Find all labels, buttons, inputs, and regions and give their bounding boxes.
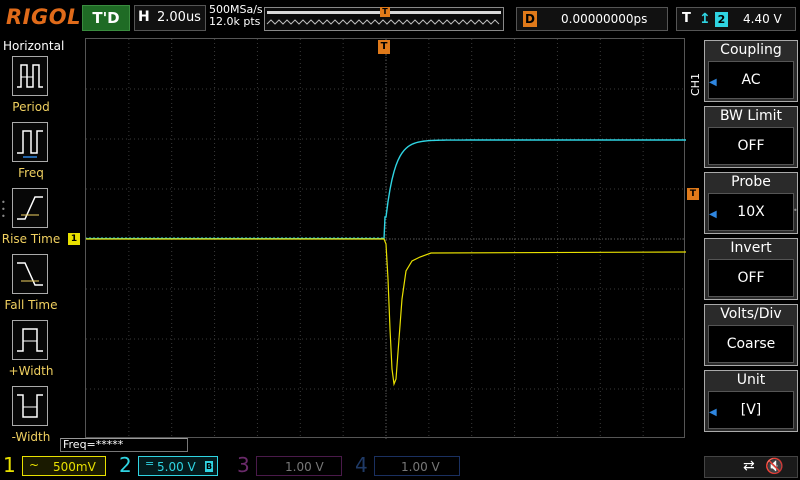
rise-time-icon xyxy=(12,188,48,228)
trigger-display[interactable]: T ↥ 2 4.40 V xyxy=(676,7,796,31)
measure-rise-time-button[interactable]: Rise Time xyxy=(0,188,62,252)
timebase-value: 2.00us xyxy=(157,10,201,25)
channel-menu-tab: CH1 xyxy=(688,64,702,104)
measure-period-button[interactable]: Period xyxy=(0,56,62,120)
measure-fall-time-button[interactable]: Fall Time xyxy=(0,254,62,318)
ch1-coupling-icon: ~ xyxy=(29,458,40,472)
left-arrow-icon: ◀ xyxy=(709,209,717,220)
trigger-letter: T xyxy=(682,11,691,26)
invert-value: OFF xyxy=(708,259,794,297)
coupling-title: Coupling xyxy=(720,42,782,58)
coupling-menu-button[interactable]: Coupling AC ◀ xyxy=(704,40,798,102)
bandwidth-limit-icon: B xyxy=(205,461,213,472)
freq-label: Freq xyxy=(18,166,44,180)
unit-menu-button[interactable]: Unit [V] ◀ xyxy=(704,370,798,432)
ch2-scale: 5.00 V xyxy=(157,460,196,474)
rise-time-label: Rise Time xyxy=(1,232,61,246)
rising-edge-icon: ↥ xyxy=(699,11,711,27)
channel-tab-label: CH1 xyxy=(689,73,702,96)
rigol-logo: RIGOL xyxy=(6,5,81,29)
probe-menu-button[interactable]: Probe 10X ◀ xyxy=(704,172,798,234)
ch3-scale: 1.00 V xyxy=(285,460,324,474)
ch3-status[interactable]: 1.00 V xyxy=(256,456,342,476)
speaker-muted-icon[interactable]: 🔇 xyxy=(765,457,784,475)
ch2-number[interactable]: 2 xyxy=(119,453,132,477)
usb-icon: ⇄ xyxy=(743,458,755,474)
system-status-area: ⇄ 🔇 xyxy=(704,456,798,478)
trigger-position-marker: T xyxy=(380,7,390,17)
delay-display[interactable]: D 0.00000000ps xyxy=(516,7,668,31)
trigger-level-marker[interactable]: T xyxy=(687,188,699,200)
frequency-counter: Freq=***** xyxy=(60,438,188,452)
volts-div-title: Volts/Div xyxy=(720,306,782,322)
trigger-source-badge: 2 xyxy=(715,12,728,27)
trigger-time-marker[interactable]: T xyxy=(378,40,390,54)
negative-width-icon xyxy=(12,386,48,426)
frequency-icon xyxy=(12,122,48,162)
period-label: Period xyxy=(12,100,50,114)
invert-menu-button[interactable]: Invert OFF xyxy=(704,238,798,300)
memory-depth: 12.0k pts xyxy=(209,15,261,28)
run-status-badge[interactable]: T'D xyxy=(82,5,130,31)
ch2-status[interactable]: = 5.00 V B xyxy=(138,456,218,476)
ch4-scale: 1.00 V xyxy=(401,460,440,474)
volts-div-menu-button[interactable]: Volts/Div Coarse xyxy=(704,304,798,366)
left-measure-menu: Horizontal Period Freq Rise Time Fall Ti… xyxy=(0,38,65,452)
unit-value: [V] xyxy=(708,391,794,429)
bw-limit-value: OFF xyxy=(708,127,794,165)
measure-negative-width-button[interactable]: -Width xyxy=(0,386,62,450)
unit-title: Unit xyxy=(736,372,766,388)
waveform-display[interactable] xyxy=(85,38,686,439)
ch1-number[interactable]: 1 xyxy=(3,453,16,477)
positive-width-label: +Width xyxy=(8,364,54,378)
ch2-coupling-icon: = xyxy=(145,457,155,470)
measure-positive-width-button[interactable]: +Width xyxy=(0,320,62,384)
timebase-letter: H xyxy=(138,9,150,25)
timebase-display[interactable]: H 2.00us xyxy=(134,5,206,31)
bw-limit-title: BW Limit xyxy=(719,108,783,124)
left-menu-title: Horizontal xyxy=(3,39,65,53)
ch4-status[interactable]: 1.00 V xyxy=(374,456,460,476)
top-status-bar: RIGOL T'D H 2.00us 500MSa/s 12.0k pts T … xyxy=(0,0,800,38)
probe-value: 10X xyxy=(708,193,794,231)
ch1-offset-marker[interactable]: 1 xyxy=(68,233,80,245)
grid-and-traces xyxy=(86,39,686,439)
ch3-number[interactable]: 3 xyxy=(237,453,250,477)
positive-width-icon xyxy=(12,320,48,360)
volts-div-value: Coarse xyxy=(708,325,794,363)
delay-label: D xyxy=(523,11,537,27)
left-page-indicator: • • • xyxy=(1,198,6,221)
left-arrow-icon: ◀ xyxy=(709,407,717,418)
trigger-level-value: 4.40 V xyxy=(743,12,782,26)
ch4-number[interactable]: 4 xyxy=(355,453,368,477)
measure-freq-button[interactable]: Freq xyxy=(0,122,62,186)
left-arrow-icon: ◀ xyxy=(709,77,717,88)
right-page-indicator: • xyxy=(793,206,798,215)
probe-title: Probe xyxy=(731,174,771,190)
invert-title: Invert xyxy=(730,240,772,256)
delay-value: 0.00000000ps xyxy=(561,12,648,26)
coupling-value: AC xyxy=(708,61,794,99)
ch1-status[interactable]: ~ 500mV xyxy=(22,456,106,476)
negative-width-label: -Width xyxy=(11,430,51,444)
ch1-scale: 500mV xyxy=(53,460,96,474)
bw-limit-menu-button[interactable]: BW Limit OFF xyxy=(704,106,798,168)
period-icon xyxy=(12,56,48,96)
fall-time-icon xyxy=(12,254,48,294)
channel-status-bar: 1 ~ 500mV 2 = 5.00 V B 3 1.00 V 4 1.00 V… xyxy=(0,452,800,480)
fall-time-label: Fall Time xyxy=(4,298,58,312)
